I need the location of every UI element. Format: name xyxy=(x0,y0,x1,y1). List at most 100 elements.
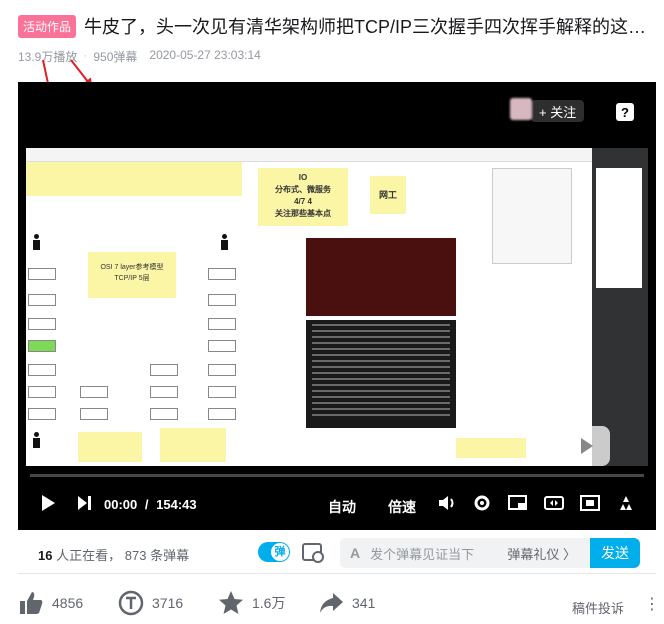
like-count: 4856 xyxy=(52,595,84,611)
flow-box xyxy=(28,408,56,420)
view-count: 13.9万播放 xyxy=(18,50,78,64)
fullscreen-icon[interactable] xyxy=(616,494,636,512)
watching-info: 16 人正在看， 873 条弹幕 xyxy=(38,545,189,564)
star-icon xyxy=(219,591,243,614)
terminal-line xyxy=(312,342,450,344)
share-count: 341 xyxy=(352,595,376,611)
terminal-dark xyxy=(306,320,456,428)
terminal-line xyxy=(312,336,450,338)
share-button[interactable]: 341 xyxy=(318,590,375,616)
picture-in-picture-icon[interactable] xyxy=(508,494,528,512)
coin-icon xyxy=(118,590,144,616)
sticky-note-top-left xyxy=(26,162,242,196)
danmaku-input[interactable]: A 发个弹幕见证当下 弹幕礼仪 〉 xyxy=(340,538,590,568)
floating-panel xyxy=(492,168,572,264)
terminal-line xyxy=(312,378,450,380)
flow-box xyxy=(28,340,56,352)
widescreen-icon[interactable] xyxy=(544,494,564,512)
flow-box xyxy=(208,340,236,352)
sticky-note-bottom-3 xyxy=(456,438,526,458)
video-frame: IO 分布式、微服务 4/7 4 关注那些基本点 网工 OSI 7 layer参… xyxy=(26,148,648,466)
volume-icon[interactable] xyxy=(438,494,458,512)
more-options-icon[interactable]: ⋮ xyxy=(644,594,660,614)
flow-box xyxy=(150,408,178,420)
quality-button[interactable]: 自动 xyxy=(328,497,356,517)
flow-box xyxy=(80,408,108,420)
danmaku-total: 873 xyxy=(124,548,147,563)
terminal-line xyxy=(312,324,450,326)
person-bottom xyxy=(32,432,40,450)
time-total: 154:43 xyxy=(156,497,197,512)
terminal-line xyxy=(312,384,450,386)
sticky-note-osi: OSI 7 layer参考模型 TCP/IP 5层 xyxy=(88,252,176,298)
speed-button[interactable]: 倍速 xyxy=(388,497,416,517)
danmaku-toggle[interactable] xyxy=(258,542,290,562)
play-icon[interactable] xyxy=(40,494,56,512)
terminal-line xyxy=(312,360,450,362)
watching-text: 人正在看， xyxy=(56,548,122,563)
flow-box xyxy=(28,294,56,306)
publish-datetime: 2020-05-27 23:03:14 xyxy=(149,48,261,62)
flow-box xyxy=(208,386,236,398)
flow-box xyxy=(28,318,56,330)
coin-button[interactable]: 3716 xyxy=(118,590,183,616)
player-top-bar: + 关注 ? xyxy=(18,82,656,144)
web-fullscreen-icon[interactable] xyxy=(580,494,600,512)
terminal-line xyxy=(312,408,450,410)
settings-icon[interactable] xyxy=(473,494,491,512)
danmaku-bar: 16 人正在看， 873 条弹幕 A 发个弹幕见证当下 弹幕礼仪 〉 发送 xyxy=(18,530,656,574)
flow-box xyxy=(28,364,56,376)
video-player[interactable]: + 关注 ? IO 分布式、微服务 4/7 4 关注那些基本点 网工 OSI 7… xyxy=(18,82,656,530)
flow-box xyxy=(80,386,108,398)
activity-badge[interactable]: 活动作品 xyxy=(18,14,77,38)
send-danmaku-button[interactable]: 发送 xyxy=(590,538,640,568)
favorite-button[interactable]: 1.6万 xyxy=(218,590,285,616)
sticky-note-bottom-1 xyxy=(78,432,142,462)
sticky-note-bottom-2 xyxy=(160,428,226,462)
flow-box xyxy=(150,364,178,376)
sticky-note-io: IO 分布式、微服务 4/7 4 关注那些基本点 xyxy=(258,168,348,226)
flow-box xyxy=(28,268,56,280)
terminal-line xyxy=(312,402,450,404)
uploader-avatar[interactable] xyxy=(510,98,532,120)
osi-line-1: OSI 7 layer参考模型 xyxy=(100,264,164,271)
action-row: 4856 3716 1.6万 341 稿件投诉 ⋮ xyxy=(18,590,660,620)
video-title: 牛皮了，头一次见有清华架构师把TCP/IP三次握手四次挥手解释的这… xyxy=(84,17,647,37)
bilibili-tv-icon xyxy=(562,426,610,466)
io-line-1: IO xyxy=(298,173,308,182)
thumbs-up-icon xyxy=(20,592,43,614)
flow-box xyxy=(208,294,236,306)
help-icon[interactable]: ? xyxy=(616,103,634,121)
danmaku-etiquette-link[interactable]: 弹幕礼仪 〉 xyxy=(507,544,576,563)
danmaku-placeholder: 发个弹幕见证当下 xyxy=(370,546,475,562)
time-current: 00:00 xyxy=(104,497,138,512)
next-icon[interactable] xyxy=(76,494,92,512)
like-button[interactable]: 4856 xyxy=(18,590,83,616)
danmaku-style-icon[interactable]: A xyxy=(350,545,360,561)
favorite-count: 1.6万 xyxy=(252,595,286,611)
meta-separator: · xyxy=(83,48,88,62)
time-display: 00:00 / 154:43 xyxy=(104,497,197,512)
terminal-line xyxy=(312,330,450,332)
terminal-line xyxy=(312,366,450,368)
terminal-red xyxy=(306,238,456,316)
right-window xyxy=(592,148,648,466)
time-separator: / xyxy=(144,497,149,512)
io-line-3: 4/7 4 xyxy=(294,197,312,206)
danmaku-text: 条弹幕 xyxy=(150,548,190,563)
report-link[interactable]: 稿件投诉 xyxy=(572,598,624,617)
follow-button[interactable]: + 关注 xyxy=(531,100,585,122)
person-left xyxy=(32,234,40,252)
danmaku-settings-icon[interactable] xyxy=(302,543,324,563)
io-line-2: 分布式、微服务 xyxy=(275,185,331,194)
whiteboard-toolbar xyxy=(26,148,648,162)
share-icon xyxy=(320,593,343,613)
flow-box xyxy=(28,386,56,398)
flow-box xyxy=(208,268,236,280)
progress-bar[interactable] xyxy=(30,474,644,477)
flow-box xyxy=(208,364,236,376)
sticky-note-worker: 网工 xyxy=(370,176,406,214)
terminal-line xyxy=(312,348,450,350)
right-window-sheet xyxy=(596,168,642,288)
coin-count: 3716 xyxy=(152,595,184,611)
